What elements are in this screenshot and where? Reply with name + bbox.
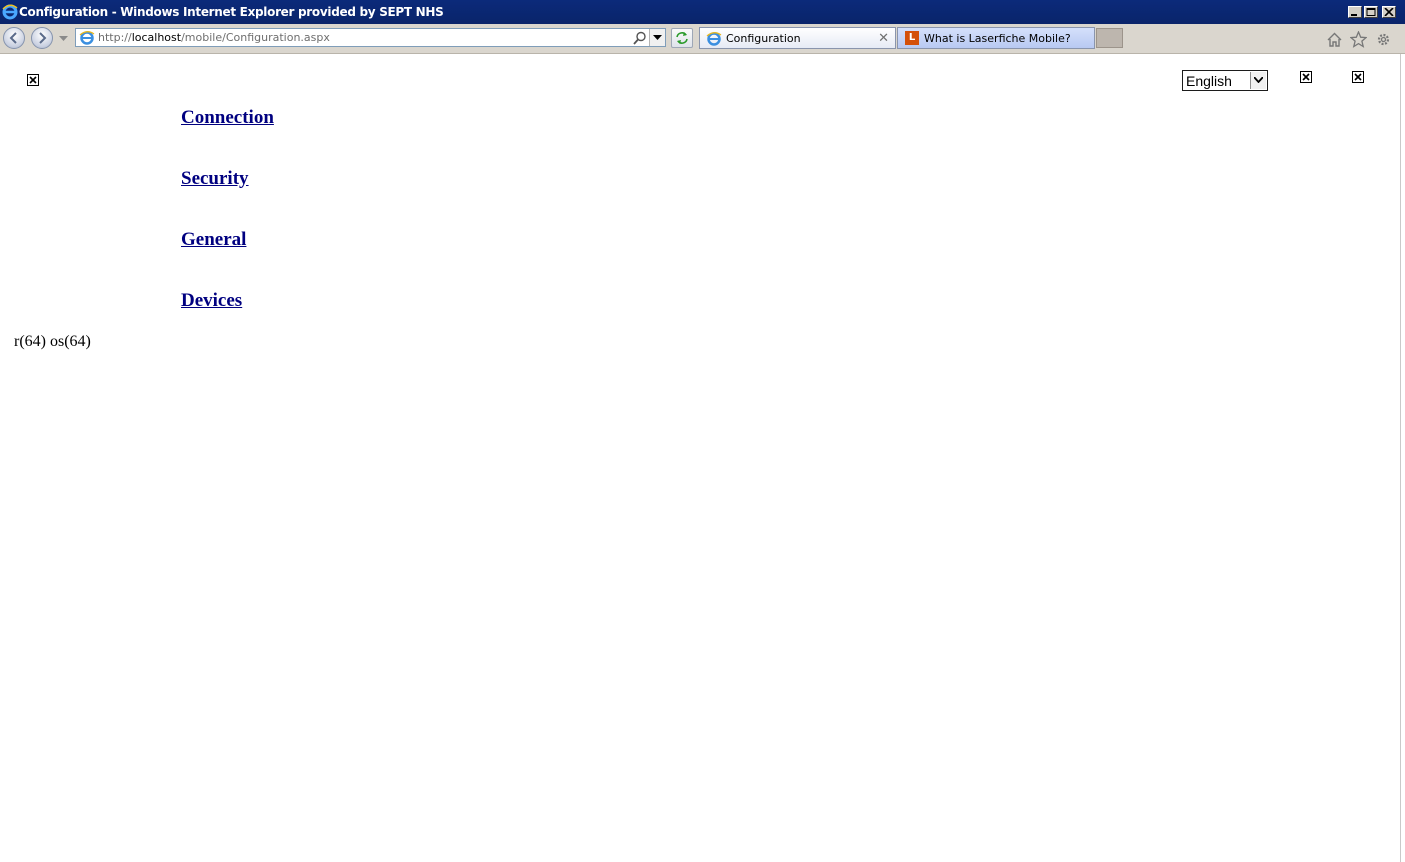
back-button[interactable] [3, 27, 25, 49]
tools-gear-icon[interactable] [1375, 31, 1392, 48]
security-link[interactable]: Security [181, 168, 249, 190]
broken-image-icon [27, 74, 39, 86]
ie-logo-icon [2, 4, 18, 20]
devices-link[interactable]: Devices [181, 290, 242, 312]
tab-close-icon[interactable]: ✕ [878, 31, 889, 46]
language-select[interactable]: English [1182, 70, 1268, 91]
language-dropdown-button[interactable] [1250, 72, 1266, 89]
window-title-bar: Configuration - Windows Internet Explore… [0, 0, 1405, 24]
tab-ie-icon [706, 32, 722, 46]
tab-label: Configuration [726, 32, 801, 45]
status-text: r(64) os(64) [14, 333, 91, 350]
refresh-icon [676, 32, 688, 44]
general-link[interactable]: General [181, 229, 246, 251]
recent-pages-dropdown-icon[interactable] [59, 36, 68, 42]
window-title: Configuration - Windows Internet Explore… [19, 5, 444, 19]
favorites-star-icon[interactable] [1350, 31, 1367, 48]
page-ie-icon [79, 31, 95, 45]
laserfiche-logo-icon: L [905, 31, 919, 45]
close-button[interactable] [1382, 6, 1396, 18]
minimize-icon [1351, 14, 1357, 16]
maximize-button[interactable] [1364, 6, 1378, 18]
minimize-button[interactable] [1348, 6, 1362, 18]
close-icon [1384, 8, 1394, 16]
address-bar[interactable]: http://localhost/mobile/Configuration.as… [75, 28, 666, 47]
forward-icon [39, 32, 47, 44]
window-right-edge [1400, 54, 1401, 862]
chevron-down-icon [653, 35, 662, 40]
connection-link[interactable]: Connection [181, 107, 274, 129]
broken-image-icon[interactable] [1352, 71, 1364, 83]
home-icon[interactable] [1326, 31, 1343, 48]
new-tab-button[interactable] [1096, 28, 1123, 48]
language-select-value: English [1186, 73, 1232, 89]
address-url[interactable]: http://localhost/mobile/Configuration.as… [98, 31, 330, 44]
maximize-icon [1366, 8, 1376, 16]
tab-laserfiche[interactable]: L What is Laserfiche Mobile? [897, 27, 1095, 49]
search-icon[interactable] [633, 31, 647, 45]
forward-button[interactable] [31, 27, 53, 49]
back-icon [9, 32, 17, 44]
refresh-button[interactable] [671, 28, 693, 48]
broken-image-icon[interactable] [1300, 71, 1312, 83]
tab-label: What is Laserfiche Mobile? [924, 32, 1071, 45]
chevron-down-icon [1254, 77, 1263, 83]
tab-configuration[interactable]: Configuration ✕ [699, 27, 896, 49]
address-dropdown-button[interactable] [649, 29, 665, 46]
